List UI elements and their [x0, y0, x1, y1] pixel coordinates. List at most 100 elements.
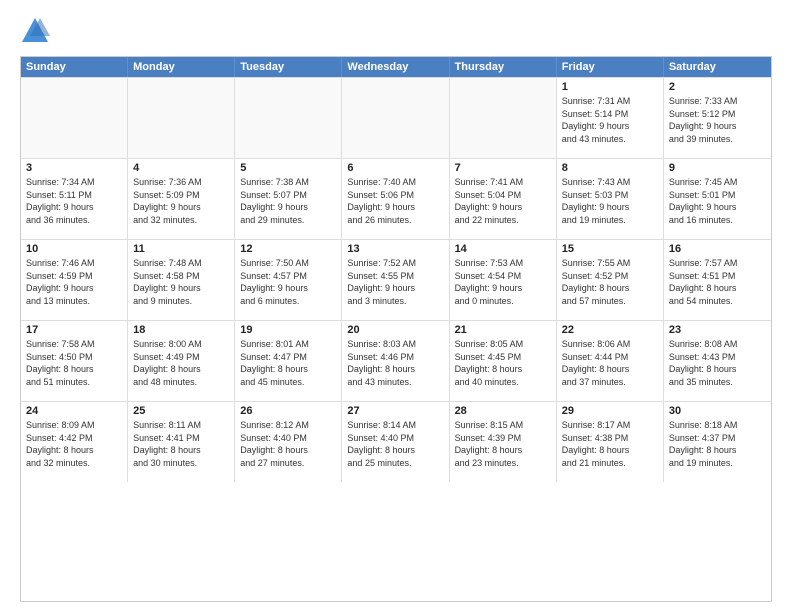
day-number: 12	[240, 243, 336, 255]
header-day-thursday: Thursday	[450, 57, 557, 77]
header-day-saturday: Saturday	[664, 57, 771, 77]
calendar-cell	[235, 78, 342, 158]
day-info: Sunrise: 8:00 AM Sunset: 4:49 PM Dayligh…	[133, 338, 229, 388]
day-number: 22	[562, 324, 658, 336]
calendar-cell: 3Sunrise: 7:34 AM Sunset: 5:11 PM Daylig…	[21, 159, 128, 239]
calendar-cell: 5 Sunrise: 7:38 AM Sunset: 5:07 PM Daylig…	[235, 159, 342, 239]
calendar-cell: 10Sunrise: 7:46 AM Sunset: 4:59 PM Dayli…	[21, 240, 128, 320]
day-number: 4	[133, 162, 229, 174]
calendar-cell: 26 Sunrise: 8:12 AM Sunset: 4:40 PM Dayli…	[235, 402, 342, 482]
day-number: 9	[669, 162, 766, 174]
day-number: 11	[133, 243, 229, 255]
calendar: SundayMondayTuesdayWednesdayThursdayFrid…	[20, 56, 772, 602]
day-info: Sunrise: 7:50 AM Sunset: 4:57 PM Dayligh…	[240, 257, 336, 307]
day-number: 29	[562, 405, 658, 417]
calendar-cell	[21, 78, 128, 158]
calendar-cell: 25 Sunrise: 8:11 AM Sunset: 4:41 PM Dayli…	[128, 402, 235, 482]
day-number: 16	[669, 243, 766, 255]
day-info: Sunrise: 8:05 AM Sunset: 4:45 PM Dayligh…	[455, 338, 551, 388]
header-day-tuesday: Tuesday	[235, 57, 342, 77]
day-number: 8	[562, 162, 658, 174]
day-info: Sunrise: 8:08 AM Sunset: 4:43 PM Dayligh…	[669, 338, 766, 388]
day-info: Sunrise: 8:03 AM Sunset: 4:46 PM Dayligh…	[347, 338, 443, 388]
calendar-cell: 22 Sunrise: 8:06 AM Sunset: 4:44 PM Dayli…	[557, 321, 664, 401]
day-info: Sunrise: 8:12 AM Sunset: 4:40 PM Dayligh…	[240, 419, 336, 469]
day-info: Sunrise: 7:33 AM Sunset: 5:12 PM Dayligh…	[669, 95, 766, 145]
calendar-row-0: 1 Sunrise: 7:31 AM Sunset: 5:14 PM Daylig…	[21, 77, 771, 158]
calendar-cell: 9 Sunrise: 7:45 AM Sunset: 5:01 PM Daylig…	[664, 159, 771, 239]
day-number: 28	[455, 405, 551, 417]
day-info: Sunrise: 7:57 AM Sunset: 4:51 PM Dayligh…	[669, 257, 766, 307]
day-info: Sunrise: 7:45 AM Sunset: 5:01 PM Dayligh…	[669, 176, 766, 226]
day-number: 7	[455, 162, 551, 174]
day-info: Sunrise: 8:06 AM Sunset: 4:44 PM Dayligh…	[562, 338, 658, 388]
day-info: Sunrise: 7:40 AM Sunset: 5:06 PM Dayligh…	[347, 176, 443, 226]
header	[20, 16, 772, 46]
day-info: Sunrise: 8:14 AM Sunset: 4:40 PM Dayligh…	[347, 419, 443, 469]
calendar-cell: 1 Sunrise: 7:31 AM Sunset: 5:14 PM Daylig…	[557, 78, 664, 158]
calendar-body: 1 Sunrise: 7:31 AM Sunset: 5:14 PM Daylig…	[21, 77, 771, 482]
day-number: 2	[669, 81, 766, 93]
day-number: 1	[562, 81, 658, 93]
header-day-monday: Monday	[128, 57, 235, 77]
header-day-sunday: Sunday	[21, 57, 128, 77]
day-number: 18	[133, 324, 229, 336]
day-info: Sunrise: 7:52 AM Sunset: 4:55 PM Dayligh…	[347, 257, 443, 307]
calendar-cell: 12 Sunrise: 7:50 AM Sunset: 4:57 PM Dayli…	[235, 240, 342, 320]
calendar-cell	[450, 78, 557, 158]
day-number: 19	[240, 324, 336, 336]
day-number: 21	[455, 324, 551, 336]
calendar-cell: 14Sunrise: 7:53 AM Sunset: 4:54 PM Dayli…	[450, 240, 557, 320]
day-number: 25	[133, 405, 229, 417]
day-number: 26	[240, 405, 336, 417]
calendar-cell	[342, 78, 449, 158]
calendar-cell: 15 Sunrise: 7:55 AM Sunset: 4:52 PM Dayli…	[557, 240, 664, 320]
day-number: 20	[347, 324, 443, 336]
calendar-cell: 19Sunrise: 8:01 AM Sunset: 4:47 PM Dayli…	[235, 321, 342, 401]
day-number: 5	[240, 162, 336, 174]
calendar-cell: 29 Sunrise: 8:17 AM Sunset: 4:38 PM Dayli…	[557, 402, 664, 482]
logo-icon	[20, 16, 50, 46]
page: SundayMondayTuesdayWednesdayThursdayFrid…	[0, 0, 792, 612]
calendar-cell: 8 Sunrise: 7:43 AM Sunset: 5:03 PM Daylig…	[557, 159, 664, 239]
calendar-cell: 6 Sunrise: 7:40 AM Sunset: 5:06 PM Daylig…	[342, 159, 449, 239]
logo	[20, 16, 54, 46]
calendar-cell: 17 Sunrise: 7:58 AM Sunset: 4:50 PM Dayli…	[21, 321, 128, 401]
calendar-cell: 21 Sunrise: 8:05 AM Sunset: 4:45 PM Dayli…	[450, 321, 557, 401]
calendar-cell: 18 Sunrise: 8:00 AM Sunset: 4:49 PM Dayli…	[128, 321, 235, 401]
calendar-cell: 30 Sunrise: 8:18 AM Sunset: 4:37 PM Dayli…	[664, 402, 771, 482]
calendar-row-3: 17 Sunrise: 7:58 AM Sunset: 4:50 PM Dayli…	[21, 320, 771, 401]
calendar-cell: 4 Sunrise: 7:36 AM Sunset: 5:09 PM Daylig…	[128, 159, 235, 239]
day-info: Sunrise: 8:09 AM Sunset: 4:42 PM Dayligh…	[26, 419, 122, 469]
day-info: Sunrise: 7:58 AM Sunset: 4:50 PM Dayligh…	[26, 338, 122, 388]
day-info: Sunrise: 7:53 AM Sunset: 4:54 PM Dayligh…	[455, 257, 551, 307]
day-number: 17	[26, 324, 122, 336]
day-number: 15	[562, 243, 658, 255]
day-number: 13	[347, 243, 443, 255]
calendar-cell: 7Sunrise: 7:41 AM Sunset: 5:04 PM Daylig…	[450, 159, 557, 239]
calendar-cell: 28Sunrise: 8:15 AM Sunset: 4:39 PM Dayli…	[450, 402, 557, 482]
day-info: Sunrise: 7:43 AM Sunset: 5:03 PM Dayligh…	[562, 176, 658, 226]
day-info: Sunrise: 8:18 AM Sunset: 4:37 PM Dayligh…	[669, 419, 766, 469]
day-number: 6	[347, 162, 443, 174]
calendar-cell: 27Sunrise: 8:14 AM Sunset: 4:40 PM Dayli…	[342, 402, 449, 482]
day-info: Sunrise: 7:31 AM Sunset: 5:14 PM Dayligh…	[562, 95, 658, 145]
calendar-cell	[128, 78, 235, 158]
calendar-cell: 23 Sunrise: 8:08 AM Sunset: 4:43 PM Dayli…	[664, 321, 771, 401]
calendar-cell: 16 Sunrise: 7:57 AM Sunset: 4:51 PM Dayli…	[664, 240, 771, 320]
day-info: Sunrise: 7:55 AM Sunset: 4:52 PM Dayligh…	[562, 257, 658, 307]
day-number: 30	[669, 405, 766, 417]
day-info: Sunrise: 8:17 AM Sunset: 4:38 PM Dayligh…	[562, 419, 658, 469]
calendar-cell: 2 Sunrise: 7:33 AM Sunset: 5:12 PM Daylig…	[664, 78, 771, 158]
day-number: 24	[26, 405, 122, 417]
day-info: Sunrise: 7:36 AM Sunset: 5:09 PM Dayligh…	[133, 176, 229, 226]
calendar-header: SundayMondayTuesdayWednesdayThursdayFrid…	[21, 57, 771, 77]
day-info: Sunrise: 7:46 AM Sunset: 4:59 PM Dayligh…	[26, 257, 122, 307]
day-info: Sunrise: 8:11 AM Sunset: 4:41 PM Dayligh…	[133, 419, 229, 469]
day-number: 23	[669, 324, 766, 336]
calendar-row-4: 24 Sunrise: 8:09 AM Sunset: 4:42 PM Dayli…	[21, 401, 771, 482]
day-info: Sunrise: 7:38 AM Sunset: 5:07 PM Dayligh…	[240, 176, 336, 226]
calendar-row-1: 3Sunrise: 7:34 AM Sunset: 5:11 PM Daylig…	[21, 158, 771, 239]
day-info: Sunrise: 7:48 AM Sunset: 4:58 PM Dayligh…	[133, 257, 229, 307]
calendar-cell: 20 Sunrise: 8:03 AM Sunset: 4:46 PM Dayli…	[342, 321, 449, 401]
